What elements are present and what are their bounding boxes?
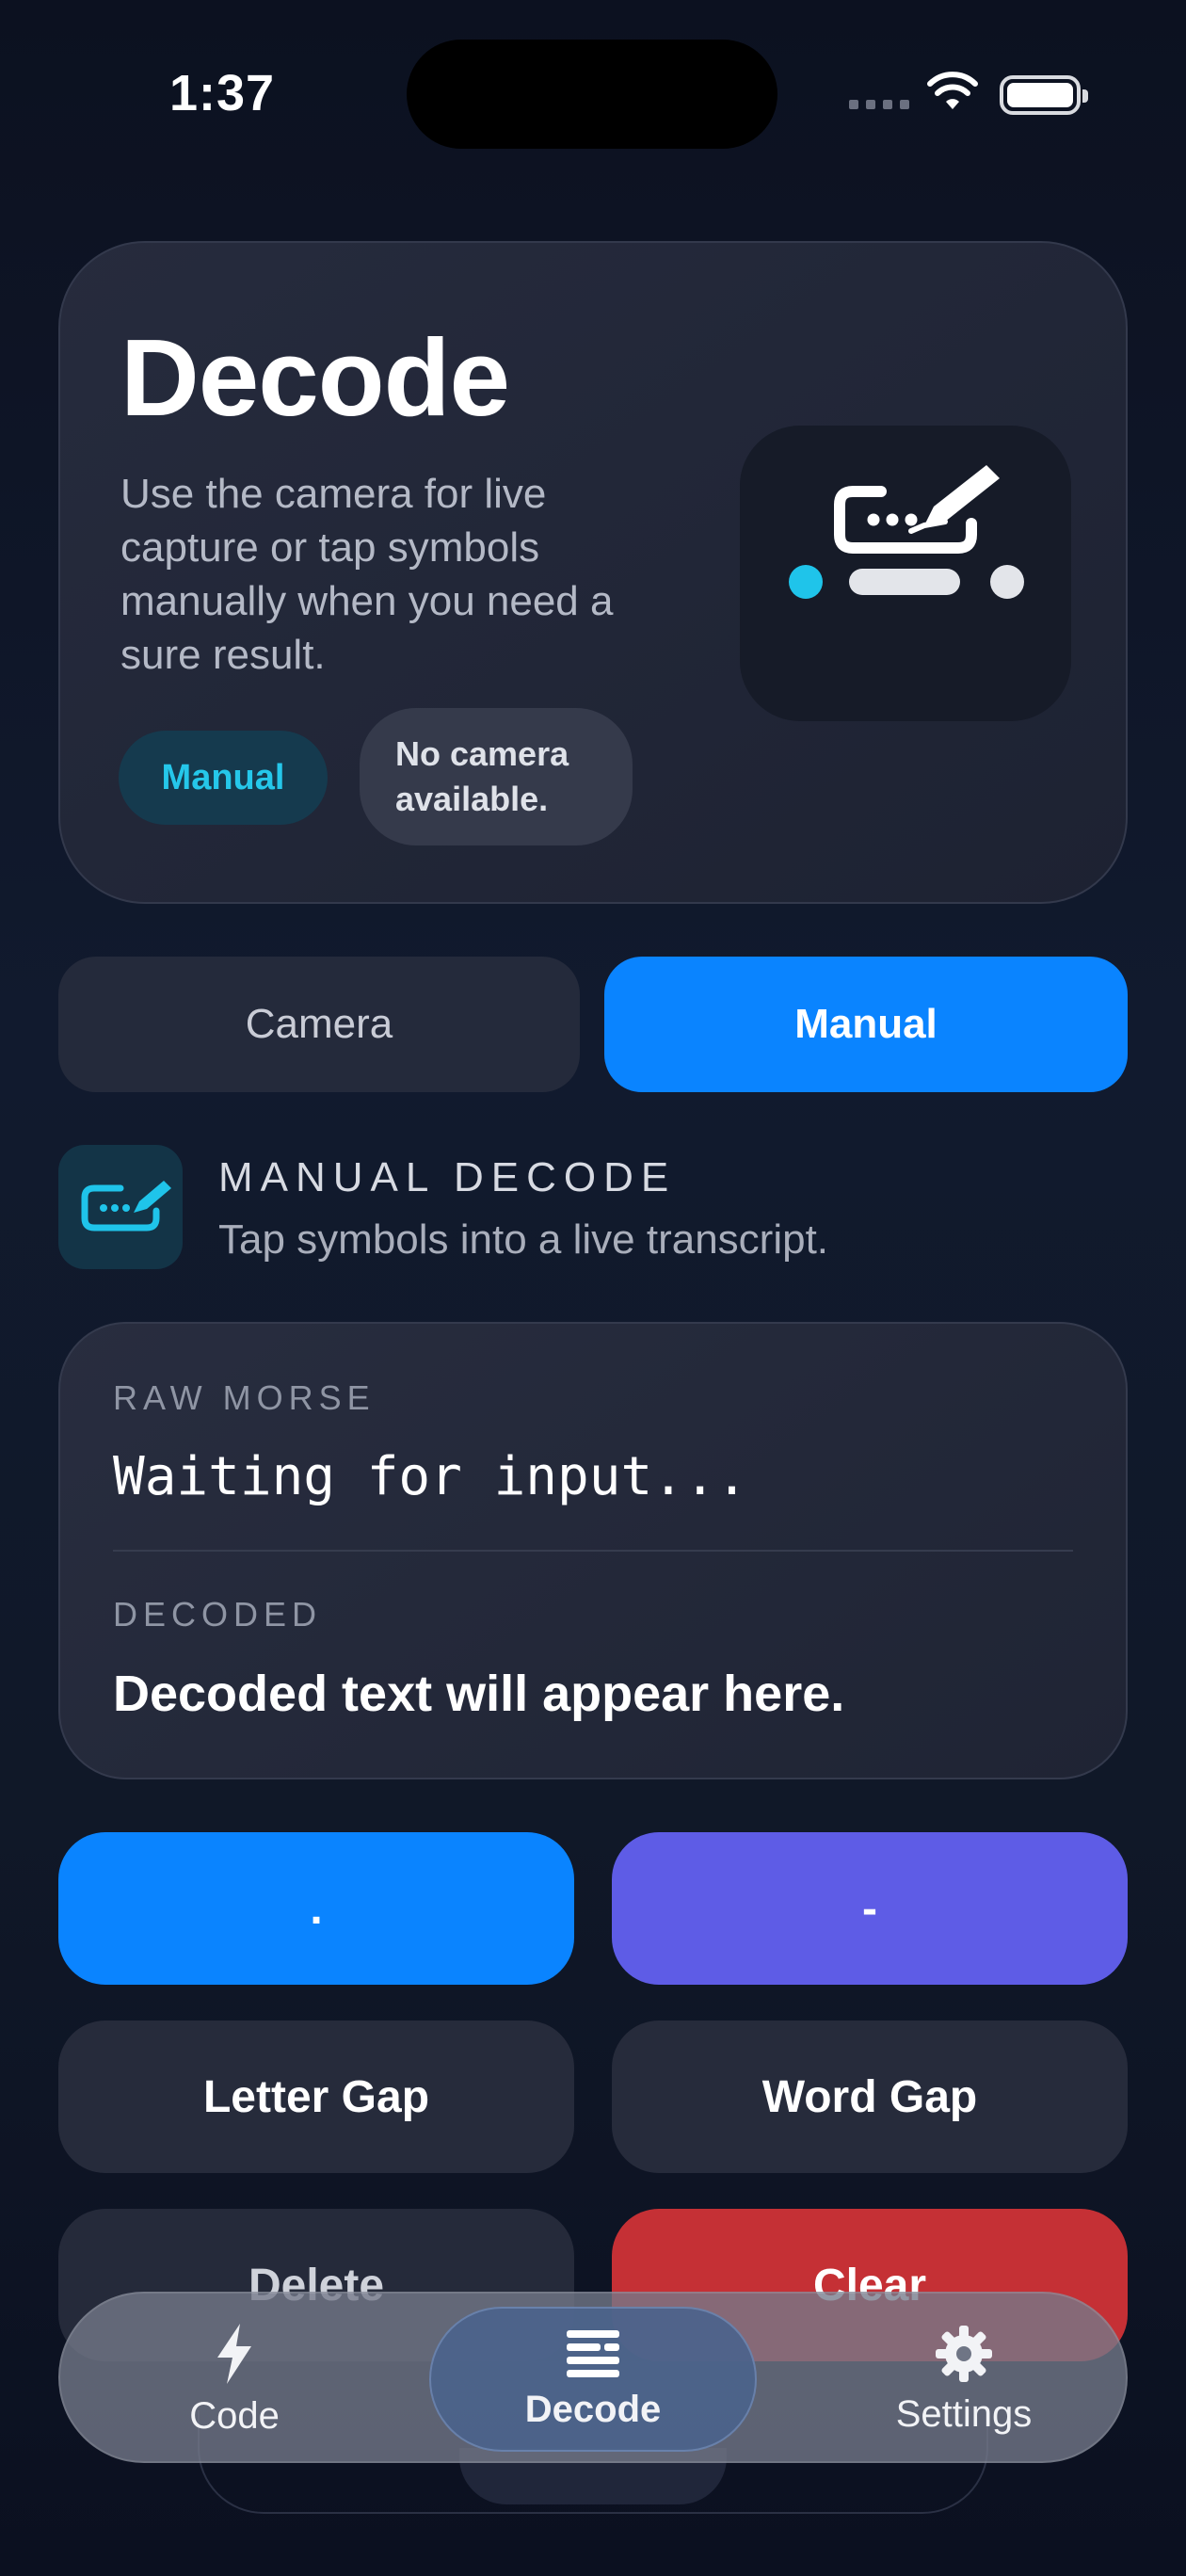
hero-description: Use the camera for live capture or tap s… xyxy=(120,471,614,678)
text-lines-icon xyxy=(567,2329,619,2377)
tab-bar: Code Decode Settings xyxy=(58,2292,1128,2463)
decoded-value: Decoded text will appear here. xyxy=(113,1666,845,1722)
dash-button[interactable]: - xyxy=(612,1832,1128,1985)
divider xyxy=(113,1550,1073,1552)
gear-icon xyxy=(936,2325,992,2382)
battery-icon xyxy=(1000,75,1088,115)
wifi-icon xyxy=(927,72,978,109)
dot-button[interactable]: . xyxy=(58,1832,574,1985)
cellular-signal-icon xyxy=(849,100,909,109)
word-gap-button[interactable]: Word Gap xyxy=(612,2021,1128,2173)
hero-card: Decode Use the camera for live capture o… xyxy=(58,241,1128,904)
section-subtitle: Tap symbols into a live transcript. xyxy=(218,1216,829,1263)
section-title: MANUAL DECODE xyxy=(218,1154,677,1200)
decoded-label: DECODED xyxy=(113,1595,323,1634)
bolt-icon xyxy=(217,2323,251,2384)
transcript-card: RAW MORSE Waiting for input... DECODED D… xyxy=(58,1322,1128,1779)
manual-mode-button[interactable]: Manual xyxy=(604,957,1128,1092)
camera-status-chip: No camera available. xyxy=(360,708,633,845)
tab-settings-label: Settings xyxy=(895,2392,1033,2435)
keyboard-pencil-icon xyxy=(789,465,1024,599)
letter-gap-button[interactable]: Letter Gap xyxy=(58,2021,574,2173)
dynamic-island xyxy=(407,40,777,149)
camera-mode-button[interactable]: Camera xyxy=(58,957,580,1092)
tab-code-label: Code xyxy=(189,2394,280,2437)
keyboard-pencil-icon xyxy=(81,1181,171,1232)
raw-morse-label: RAW MORSE xyxy=(113,1378,376,1417)
raw-morse-value: Waiting for input... xyxy=(113,1446,748,1507)
manual-decode-badge xyxy=(58,1145,183,1269)
page-title: Decode xyxy=(120,316,510,439)
mode-chip: Manual xyxy=(119,731,328,825)
hero-illustration xyxy=(740,426,1071,721)
tab-decode[interactable]: Decode xyxy=(429,2307,757,2452)
tab-settings[interactable]: Settings xyxy=(841,2294,1086,2465)
status-time: 1:37 xyxy=(169,65,276,121)
tab-decode-label: Decode xyxy=(524,2388,662,2430)
tab-code[interactable]: Code xyxy=(117,2294,352,2465)
